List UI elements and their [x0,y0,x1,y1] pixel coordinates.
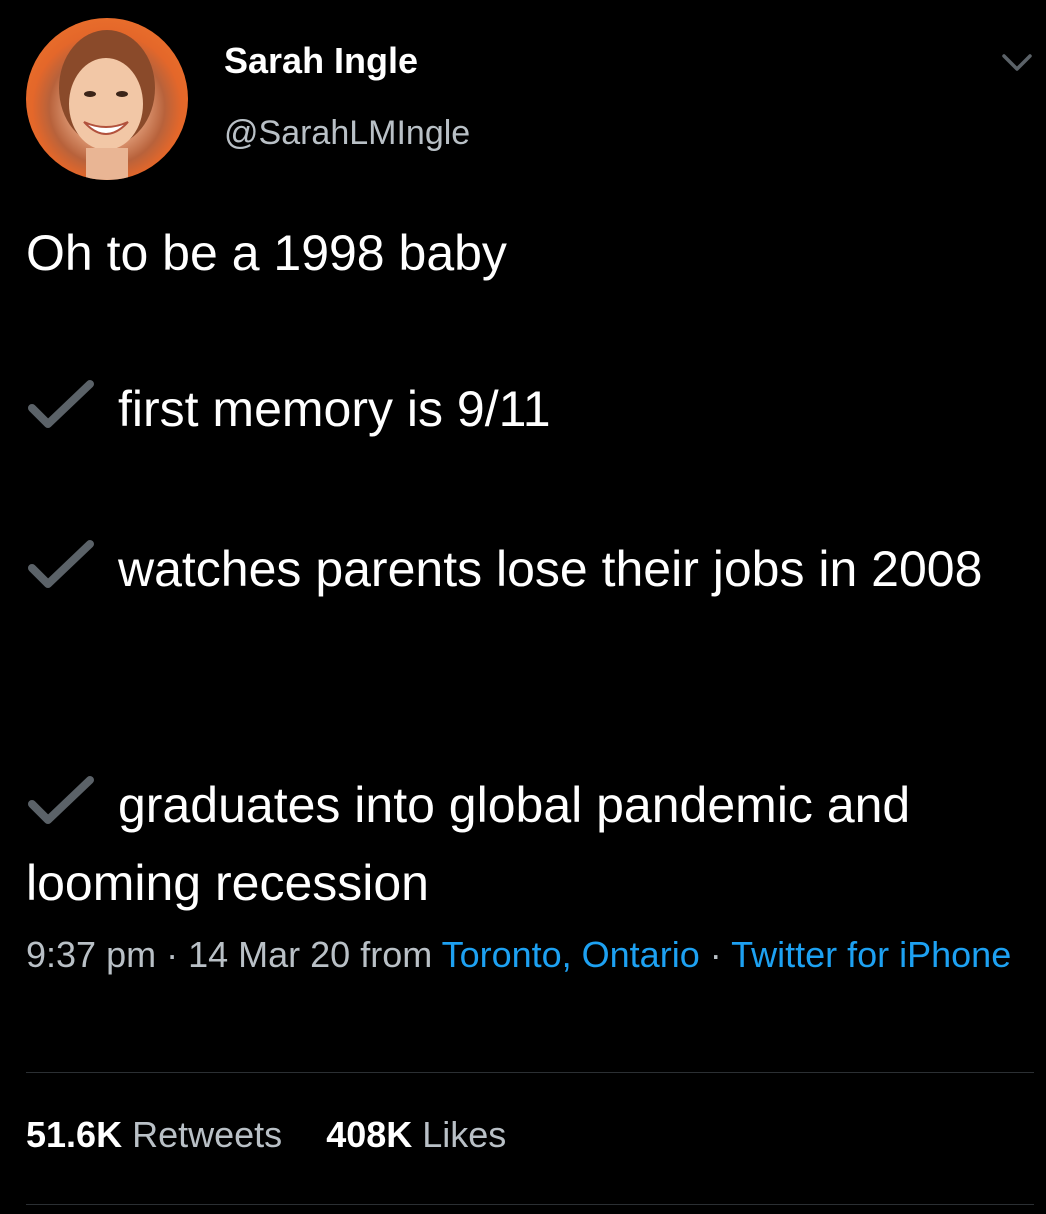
tweet-detail: Sarah Ingle @SarahLMIngle Oh to be a 199… [0,0,1046,1214]
retweets-label: Retweets [132,1114,283,1155]
tweet-intro: Oh to be a 1998 baby [26,225,507,281]
tweet-metadata: 9:37 pm · 14 Mar 20 from Toronto, Ontari… [26,928,1016,982]
chevron-down-icon[interactable] [1000,50,1034,76]
author-display-name[interactable]: Sarah Ingle [224,40,418,82]
check-item-text: watches parents lose their jobs in 2008 [118,541,983,597]
likes-count: 408K [326,1114,413,1155]
check-mark-icon [28,380,94,428]
location-link[interactable]: Toronto, Ontario [442,934,700,975]
tweet-check-item: watches parents lose their jobs in 2008 [26,530,1026,608]
client-link[interactable]: Twitter for iPhone [731,934,1011,975]
author-handle[interactable]: @SarahLMIngle [224,114,470,153]
divider [26,1204,1034,1205]
tweet-time[interactable]: 9:37 pm [26,934,156,975]
retweets-stat[interactable]: 51.6K Retweets [26,1114,282,1156]
check-item-text: graduates into global pandemic and loomi… [26,777,911,911]
check-mark-icon [28,776,94,824]
check-item-text: first memory is 9/11 [118,381,551,437]
check-mark-icon [28,540,94,588]
avatar[interactable] [26,18,188,180]
tweet-date[interactable]: 14 Mar 20 [188,934,350,975]
meta-separator: · [166,934,179,975]
retweets-count: 51.6K [26,1114,123,1155]
tweet-stats: 51.6K Retweets 408K Likes [26,1114,540,1156]
meta-separator: · [709,934,722,975]
avatar-photo [59,30,155,180]
divider [26,1072,1034,1073]
likes-stat[interactable]: 408K Likes [326,1114,506,1156]
from-label: from [360,934,433,975]
tweet-check-item: graduates into global pandemic and loomi… [26,766,1026,922]
likes-label: Likes [422,1114,507,1155]
tweet-check-item: first memory is 9/11 [26,370,1026,448]
